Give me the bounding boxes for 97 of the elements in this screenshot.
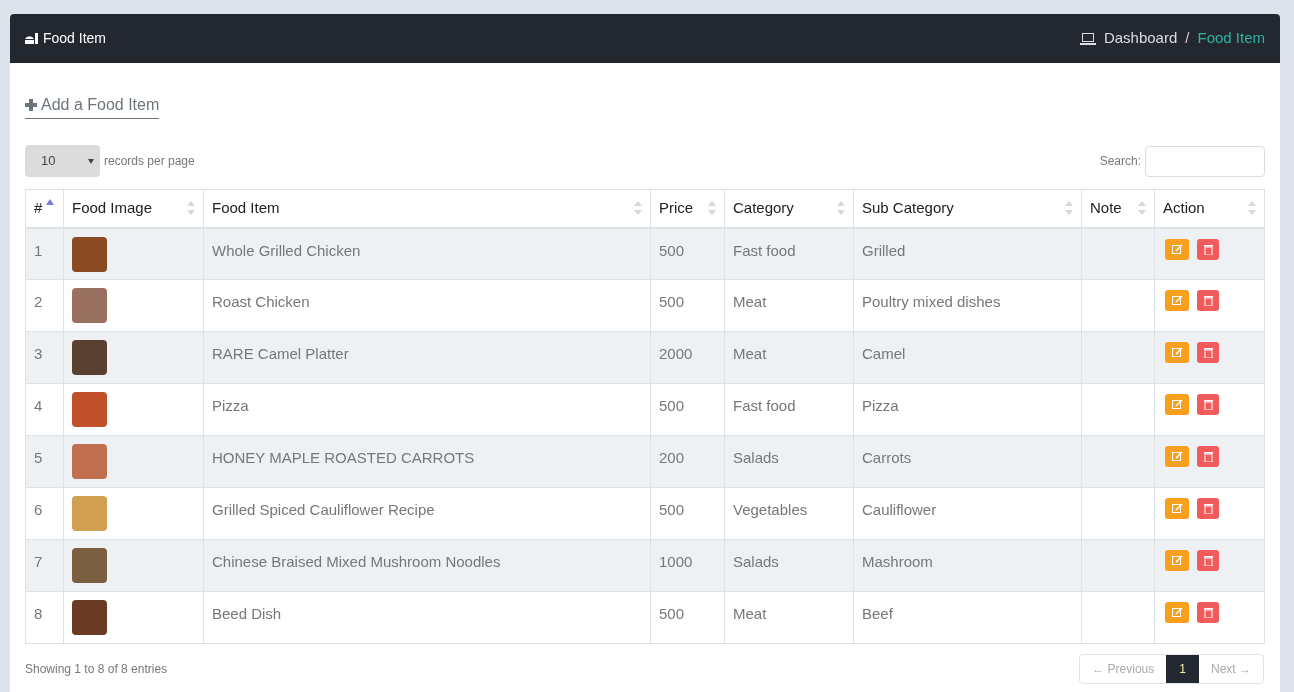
sub-category: Camel — [862, 345, 906, 362]
photo-placeholder — [72, 600, 107, 635]
trash-icon — [1203, 347, 1213, 358]
caret-icon — [88, 158, 94, 164]
search-label: Search: — [1099, 153, 1141, 170]
row-number: 8 — [34, 605, 43, 622]
food-icon — [25, 32, 39, 45]
edit-icon — [1171, 555, 1183, 566]
category: Meat — [733, 605, 767, 622]
edit-button[interactable] — [1165, 290, 1189, 311]
category: Fast food — [733, 397, 796, 414]
food-item-name: Beed Dish — [212, 605, 282, 622]
page-title: Food Item — [43, 29, 107, 48]
trash-icon — [1203, 399, 1213, 410]
edit-icon — [1171, 295, 1183, 306]
trash-icon — [1203, 555, 1213, 566]
plus-icon — [25, 99, 37, 111]
page-button[interactable]: 1 — [1166, 655, 1199, 683]
entries-info: Showing 1 to 8 of 8 entries — [25, 661, 168, 678]
column-header[interactable]: Food Item — [212, 197, 280, 220]
trash-icon — [1203, 607, 1213, 618]
sub-category: Poultry mixed dishes — [862, 293, 1001, 310]
edit-icon — [1171, 243, 1183, 255]
laptop-icon — [1079, 32, 1096, 45]
delete-button[interactable] — [1197, 550, 1219, 571]
page-size-select[interactable]: 10 — [25, 145, 100, 177]
edit-icon — [1171, 607, 1183, 618]
photo-placeholder — [72, 496, 107, 531]
trash-icon — [1203, 503, 1213, 514]
photo-placeholder — [72, 340, 107, 375]
sub-category: Cauliflower — [862, 501, 937, 518]
delete-button[interactable] — [1197, 446, 1219, 467]
delete-button[interactable] — [1197, 238, 1219, 260]
sub-category: Grilled — [862, 241, 906, 259]
food-item-name: Whole Grilled Chicken — [212, 241, 361, 259]
delete-button[interactable] — [1197, 498, 1219, 519]
delete-button[interactable] — [1197, 290, 1219, 311]
photo-placeholder — [72, 288, 107, 323]
trash-icon — [1203, 295, 1213, 306]
price: 500 — [659, 605, 685, 622]
trash-icon — [1203, 451, 1213, 462]
price: 200 — [659, 449, 685, 466]
category: Vegetables — [733, 501, 808, 518]
category: Salads — [733, 553, 779, 570]
delete-button[interactable] — [1197, 602, 1219, 623]
edit-button[interactable] — [1165, 342, 1189, 363]
food-item-name: Chinese Braised Mixed Mushroom Noodles — [212, 553, 501, 570]
delete-button[interactable] — [1197, 394, 1219, 415]
breadcrumb-separator: / — [1185, 28, 1190, 49]
row-number: 7 — [34, 553, 43, 570]
edit-icon — [1171, 503, 1183, 514]
sub-category: Mashroom — [862, 553, 933, 570]
row-number: 6 — [34, 501, 43, 518]
edit-icon — [1171, 399, 1183, 410]
category: Meat — [733, 345, 767, 362]
row-number: 5 — [34, 449, 43, 466]
delete-button[interactable] — [1197, 342, 1219, 363]
sub-category: Pizza — [862, 397, 899, 414]
edit-button[interactable] — [1165, 238, 1189, 260]
column-header[interactable]: # — [34, 197, 43, 220]
category: Salads — [733, 449, 779, 466]
sub-category: Beef — [862, 605, 893, 622]
food-item-name: Grilled Spiced Cauliflower Recipe — [212, 501, 435, 518]
photo-placeholder — [72, 392, 107, 427]
trash-icon — [1203, 243, 1213, 255]
row-number: 1 — [34, 241, 43, 259]
edit-button[interactable] — [1165, 550, 1189, 571]
row-number: 2 — [34, 293, 43, 310]
food-item-name: RARE Camel Platter — [212, 345, 349, 362]
add-food-item-link[interactable]: Add a Food Item — [25, 93, 160, 119]
sub-category: Carrots — [862, 449, 912, 466]
edit-button[interactable] — [1165, 394, 1189, 415]
breadcrumb-link[interactable]: Dashboard — [1103, 27, 1178, 50]
price: 2000 — [659, 345, 693, 362]
price: 500 — [659, 501, 685, 518]
price: 500 — [659, 397, 685, 414]
search-field[interactable] — [1145, 145, 1265, 177]
breadcrumb-link[interactable]: Food Item — [1197, 27, 1265, 50]
category: Meat — [733, 293, 767, 310]
price: 1000 — [659, 553, 693, 570]
edit-button[interactable] — [1165, 602, 1189, 623]
edit-button[interactable] — [1165, 498, 1189, 519]
photo-placeholder — [72, 236, 107, 272]
food-item-name: Pizza — [212, 397, 249, 414]
photo-placeholder — [72, 444, 107, 479]
row-number: 3 — [34, 345, 43, 362]
edit-icon — [1171, 347, 1183, 358]
food-item-name: Roast Chicken — [212, 293, 310, 310]
price: 500 — [659, 241, 685, 259]
food-item-name: HONEY MAPLE ROASTED CARROTS — [212, 449, 475, 466]
page-size-label: records per page — [104, 153, 195, 170]
edit-icon — [1171, 451, 1183, 462]
edit-button[interactable] — [1165, 446, 1189, 467]
price: 500 — [659, 293, 685, 310]
category: Fast food — [733, 241, 796, 259]
photo-placeholder — [72, 548, 107, 583]
row-number: 4 — [34, 397, 43, 414]
